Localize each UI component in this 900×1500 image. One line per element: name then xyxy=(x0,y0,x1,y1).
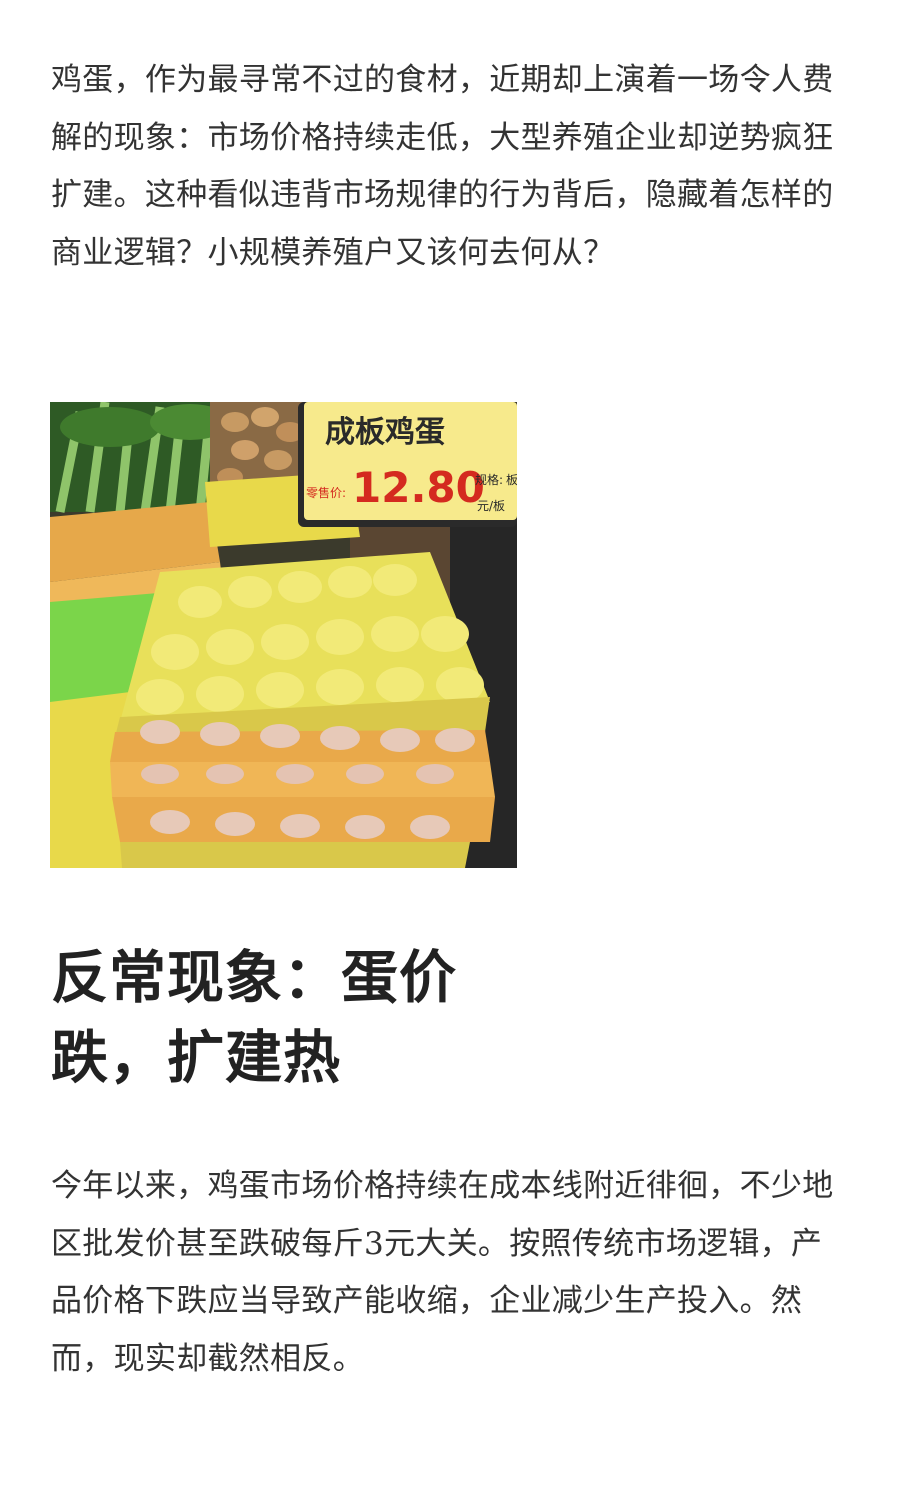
sign-price-label: 零售价: xyxy=(306,485,346,500)
intro-paragraph: 鸡蛋，作为最寻常不过的食材，近期却上演着一场令人费解的现象：市场价格持续走低，大… xyxy=(51,62,834,271)
egg-tray-illustration: 成板鸡蛋 零售价: 12.80 规格: 板 元/板 xyxy=(50,402,517,868)
section-heading: 反常现象：蛋价跌，扩建热 xyxy=(51,944,457,1091)
sign-unit: 元/板 xyxy=(477,499,505,513)
main-egg-trays xyxy=(110,552,495,868)
sign-title: 成板鸡蛋 xyxy=(325,415,445,450)
price-sign: 成板鸡蛋 零售价: 12.80 规格: 板 元/板 xyxy=(298,402,517,527)
celery-greens xyxy=(50,402,230,513)
article: 鸡蛋，作为最寻常不过的食材，近期却上演着一场令人费解的现象：市场价格持续走低，大… xyxy=(0,0,900,1500)
body-paragraph: 今年以来，鸡蛋市场价格持续在成本线附近徘徊，不少地区批发价甚至跌破每斤3元大关。… xyxy=(51,1168,834,1377)
sign-spec-value: 板 xyxy=(506,473,517,487)
egg-tray-photo: 成板鸡蛋 零售价: 12.80 规格: 板 元/板 xyxy=(50,402,517,868)
sign-price: 12.80 xyxy=(352,463,485,512)
sign-spec-label: 规格: xyxy=(475,472,503,487)
